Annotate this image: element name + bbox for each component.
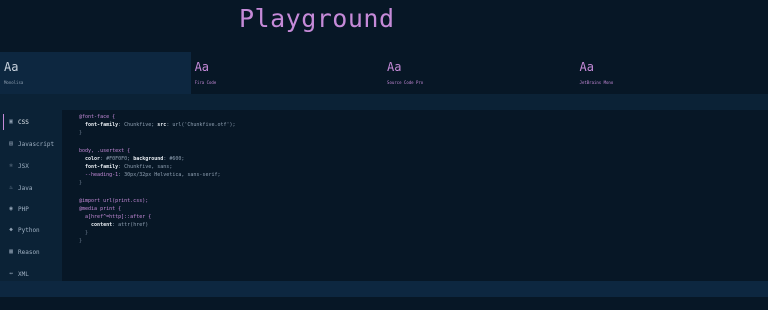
sidebar-item-label: JSX — [18, 162, 29, 170]
code-line: } — [79, 230, 89, 236]
footer-band — [0, 281, 768, 297]
font-sample: Aa — [579, 60, 594, 74]
divider-band — [0, 94, 768, 110]
code-line: @media print { — [79, 206, 122, 212]
php-icon: ◉ — [9, 205, 13, 212]
code-line: @import url(print.css); — [79, 198, 149, 204]
python-icon: ◆ — [9, 226, 13, 233]
code-line: } — [79, 130, 83, 136]
font-name: Source Code Pro — [387, 80, 424, 85]
code-line: font-family: Chunkfive, sans; — [79, 164, 173, 170]
sidebar-item-jsx[interactable]: ⚛ JSX — [4, 158, 62, 174]
code-line: @font-face { — [79, 114, 116, 120]
javascript-icon: ▤ — [9, 140, 13, 147]
font-sample: Aa — [387, 60, 402, 74]
code-line: --heading-1: 30px/32px Helvetica, sans-s… — [79, 172, 221, 178]
sidebar-item-reason[interactable]: ▦ Reason — [4, 244, 62, 260]
code-line: color: #F0F0F0; background: #600; — [79, 156, 185, 162]
language-sidebar: ▣ CSS ▤ Javascript ⚛ JSX ♨ Java ◉ PHP ◆ … — [0, 110, 62, 281]
font-sample: Aa — [194, 60, 210, 74]
sidebar-item-label: Reason — [18, 248, 40, 256]
react-icon: ⚛ — [9, 162, 13, 169]
font-card-fira-code[interactable]: Aa Fira Code — [191, 52, 383, 94]
sidebar-item-python[interactable]: ◆ Python — [4, 222, 62, 238]
page-title: Playground — [239, 4, 395, 33]
font-name: Monolisa — [4, 80, 24, 85]
sidebar-item-css[interactable]: ▣ CSS — [3, 114, 62, 130]
reason-icon: ▦ — [9, 248, 13, 255]
sidebar-item-label: Javascript — [18, 140, 55, 148]
font-name: Fira Code — [194, 80, 217, 85]
font-sample: Aa — [4, 60, 19, 74]
sidebar-item-label: CSS — [18, 118, 29, 126]
font-name: JetBrains Mono — [579, 80, 614, 85]
font-card-jetbrains-mono[interactable]: Aa JetBrains Mono — [576, 52, 768, 94]
sidebar-item-java[interactable]: ♨ Java — [4, 180, 62, 196]
sidebar-item-javascript[interactable]: ▤ Javascript — [4, 136, 62, 152]
code-line: } — [79, 238, 83, 244]
sidebar-item-label: PHP — [18, 205, 29, 213]
sidebar-item-label: Java — [18, 184, 33, 192]
code-line: font-family: Chunkfive; src: url('Chunkf… — [79, 122, 236, 128]
code-preview: @font-face { font-family: Chunkfive; src… — [62, 110, 768, 281]
font-selector: Aa Monolisa Aa Fira Code Aa Source Code … — [0, 52, 768, 94]
code-brackets-icon: ↔ — [9, 270, 13, 277]
sidebar-item-label: XML — [18, 270, 29, 278]
sidebar-item-label: Python — [18, 226, 40, 234]
code-line: body, .usertext { — [79, 148, 131, 154]
font-card-source-code-pro[interactable]: Aa Source Code Pro — [383, 52, 575, 94]
code-line: content: attr(href) — [79, 222, 149, 228]
code-line: } — [79, 180, 83, 186]
css-icon: ▣ — [9, 118, 13, 125]
font-card-monolisa[interactable]: Aa Monolisa — [0, 52, 191, 94]
coffee-cup-icon: ♨ — [9, 184, 13, 191]
sidebar-item-php[interactable]: ◉ PHP — [4, 201, 62, 217]
sidebar-item-xml[interactable]: ↔ XML — [4, 266, 62, 282]
code-line: a[href^=http]::after { — [79, 214, 152, 220]
